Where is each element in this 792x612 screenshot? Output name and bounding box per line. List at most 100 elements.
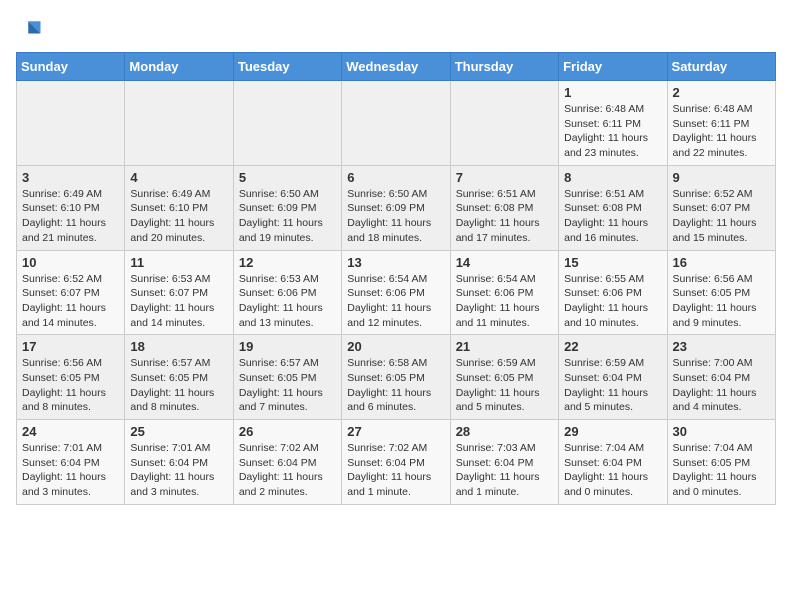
day-number: 29: [564, 424, 661, 439]
day-info: Sunrise: 6:57 AM Sunset: 6:05 PM Dayligh…: [239, 356, 336, 415]
day-info: Sunrise: 6:49 AM Sunset: 6:10 PM Dayligh…: [22, 187, 119, 246]
calendar-cell: 12 Sunrise: 6:53 AM Sunset: 6:06 PM Dayli…: [233, 250, 341, 335]
day-info: Sunrise: 7:02 AM Sunset: 6:04 PM Dayligh…: [347, 441, 444, 500]
day-number: 4: [130, 170, 227, 185]
weekday-header-sunday: Sunday: [17, 53, 125, 81]
day-info: Sunrise: 6:53 AM Sunset: 6:06 PM Dayligh…: [239, 272, 336, 331]
day-number: 16: [673, 255, 770, 270]
day-info: Sunrise: 6:52 AM Sunset: 6:07 PM Dayligh…: [22, 272, 119, 331]
day-info: Sunrise: 6:59 AM Sunset: 6:05 PM Dayligh…: [456, 356, 553, 415]
day-number: 25: [130, 424, 227, 439]
day-info: Sunrise: 6:49 AM Sunset: 6:10 PM Dayligh…: [130, 187, 227, 246]
calendar-cell: [125, 81, 233, 166]
calendar-week-0: 1 Sunrise: 6:48 AM Sunset: 6:11 PM Daylig…: [17, 81, 776, 166]
day-info: Sunrise: 6:51 AM Sunset: 6:08 PM Dayligh…: [564, 187, 661, 246]
page-header: [16, 16, 776, 44]
weekday-header-row: SundayMondayTuesdayWednesdayThursdayFrid…: [17, 53, 776, 81]
weekday-header-tuesday: Tuesday: [233, 53, 341, 81]
calendar-cell: 15 Sunrise: 6:55 AM Sunset: 6:06 PM Dayli…: [559, 250, 667, 335]
day-info: Sunrise: 7:02 AM Sunset: 6:04 PM Dayligh…: [239, 441, 336, 500]
calendar-cell: 18 Sunrise: 6:57 AM Sunset: 6:05 PM Dayli…: [125, 335, 233, 420]
day-number: 9: [673, 170, 770, 185]
day-info: Sunrise: 6:52 AM Sunset: 6:07 PM Dayligh…: [673, 187, 770, 246]
weekday-header-wednesday: Wednesday: [342, 53, 450, 81]
day-number: 8: [564, 170, 661, 185]
day-number: 23: [673, 339, 770, 354]
day-info: Sunrise: 6:58 AM Sunset: 6:05 PM Dayligh…: [347, 356, 444, 415]
calendar-cell: 16 Sunrise: 6:56 AM Sunset: 6:05 PM Dayli…: [667, 250, 775, 335]
calendar-cell: 29 Sunrise: 7:04 AM Sunset: 6:04 PM Dayli…: [559, 420, 667, 505]
calendar-cell: 17 Sunrise: 6:56 AM Sunset: 6:05 PM Dayli…: [17, 335, 125, 420]
calendar-cell: 25 Sunrise: 7:01 AM Sunset: 6:04 PM Dayli…: [125, 420, 233, 505]
calendar: SundayMondayTuesdayWednesdayThursdayFrid…: [16, 52, 776, 505]
day-number: 2: [673, 85, 770, 100]
day-number: 18: [130, 339, 227, 354]
day-number: 15: [564, 255, 661, 270]
calendar-cell: 1Sunrise: 6:48 AM Sunset: 6:11 PM Daylig…: [559, 81, 667, 166]
day-info: Sunrise: 6:50 AM Sunset: 6:09 PM Dayligh…: [347, 187, 444, 246]
day-info: Sunrise: 7:04 AM Sunset: 6:05 PM Dayligh…: [673, 441, 770, 500]
day-number: 21: [456, 339, 553, 354]
day-info: Sunrise: 7:03 AM Sunset: 6:04 PM Dayligh…: [456, 441, 553, 500]
day-number: 5: [239, 170, 336, 185]
calendar-cell: 13 Sunrise: 6:54 AM Sunset: 6:06 PM Dayli…: [342, 250, 450, 335]
day-number: 12: [239, 255, 336, 270]
calendar-cell: 19 Sunrise: 6:57 AM Sunset: 6:05 PM Dayli…: [233, 335, 341, 420]
day-info: Sunrise: 6:48 AM Sunset: 6:11 PM Dayligh…: [673, 102, 770, 161]
day-number: 27: [347, 424, 444, 439]
day-number: 20: [347, 339, 444, 354]
calendar-cell: 5 Sunrise: 6:50 AM Sunset: 6:09 PM Daylig…: [233, 165, 341, 250]
day-number: 1: [564, 85, 661, 100]
day-info: Sunrise: 6:54 AM Sunset: 6:06 PM Dayligh…: [456, 272, 553, 331]
calendar-cell: [233, 81, 341, 166]
logo-icon: [16, 16, 44, 44]
day-info: Sunrise: 6:53 AM Sunset: 6:07 PM Dayligh…: [130, 272, 227, 331]
calendar-cell: 26 Sunrise: 7:02 AM Sunset: 6:04 PM Dayli…: [233, 420, 341, 505]
calendar-cell: 14 Sunrise: 6:54 AM Sunset: 6:06 PM Dayli…: [450, 250, 558, 335]
weekday-header-friday: Friday: [559, 53, 667, 81]
day-info: Sunrise: 7:04 AM Sunset: 6:04 PM Dayligh…: [564, 441, 661, 500]
weekday-header-saturday: Saturday: [667, 53, 775, 81]
day-info: Sunrise: 6:57 AM Sunset: 6:05 PM Dayligh…: [130, 356, 227, 415]
day-info: Sunrise: 7:01 AM Sunset: 6:04 PM Dayligh…: [22, 441, 119, 500]
calendar-week-1: 3 Sunrise: 6:49 AM Sunset: 6:10 PM Daylig…: [17, 165, 776, 250]
calendar-week-4: 24 Sunrise: 7:01 AM Sunset: 6:04 PM Dayli…: [17, 420, 776, 505]
calendar-week-2: 10Sunrise: 6:52 AM Sunset: 6:07 PM Dayli…: [17, 250, 776, 335]
day-number: 6: [347, 170, 444, 185]
calendar-cell: [17, 81, 125, 166]
calendar-cell: 30Sunrise: 7:04 AM Sunset: 6:05 PM Dayli…: [667, 420, 775, 505]
calendar-cell: 22 Sunrise: 6:59 AM Sunset: 6:04 PM Dayli…: [559, 335, 667, 420]
logo: [16, 16, 48, 44]
calendar-cell: 11 Sunrise: 6:53 AM Sunset: 6:07 PM Dayli…: [125, 250, 233, 335]
day-number: 22: [564, 339, 661, 354]
calendar-cell: 3 Sunrise: 6:49 AM Sunset: 6:10 PM Daylig…: [17, 165, 125, 250]
calendar-week-3: 17 Sunrise: 6:56 AM Sunset: 6:05 PM Dayli…: [17, 335, 776, 420]
day-number: 3: [22, 170, 119, 185]
calendar-cell: 21 Sunrise: 6:59 AM Sunset: 6:05 PM Dayli…: [450, 335, 558, 420]
day-info: Sunrise: 6:59 AM Sunset: 6:04 PM Dayligh…: [564, 356, 661, 415]
day-number: 24: [22, 424, 119, 439]
calendar-cell: 9 Sunrise: 6:52 AM Sunset: 6:07 PM Daylig…: [667, 165, 775, 250]
day-number: 26: [239, 424, 336, 439]
day-info: Sunrise: 7:01 AM Sunset: 6:04 PM Dayligh…: [130, 441, 227, 500]
day-info: Sunrise: 6:55 AM Sunset: 6:06 PM Dayligh…: [564, 272, 661, 331]
day-number: 11: [130, 255, 227, 270]
calendar-cell: [450, 81, 558, 166]
day-info: Sunrise: 6:54 AM Sunset: 6:06 PM Dayligh…: [347, 272, 444, 331]
day-info: Sunrise: 6:56 AM Sunset: 6:05 PM Dayligh…: [673, 272, 770, 331]
day-number: 17: [22, 339, 119, 354]
calendar-cell: 10Sunrise: 6:52 AM Sunset: 6:07 PM Dayli…: [17, 250, 125, 335]
calendar-cell: 23 Sunrise: 7:00 AM Sunset: 6:04 PM Dayli…: [667, 335, 775, 420]
calendar-cell: 2 Sunrise: 6:48 AM Sunset: 6:11 PM Daylig…: [667, 81, 775, 166]
calendar-cell: 20 Sunrise: 6:58 AM Sunset: 6:05 PM Dayli…: [342, 335, 450, 420]
day-number: 7: [456, 170, 553, 185]
day-number: 13: [347, 255, 444, 270]
day-info: Sunrise: 6:50 AM Sunset: 6:09 PM Dayligh…: [239, 187, 336, 246]
calendar-cell: 6 Sunrise: 6:50 AM Sunset: 6:09 PM Daylig…: [342, 165, 450, 250]
day-info: Sunrise: 6:56 AM Sunset: 6:05 PM Dayligh…: [22, 356, 119, 415]
calendar-cell: 27 Sunrise: 7:02 AM Sunset: 6:04 PM Dayli…: [342, 420, 450, 505]
day-number: 28: [456, 424, 553, 439]
day-info: Sunrise: 7:00 AM Sunset: 6:04 PM Dayligh…: [673, 356, 770, 415]
day-number: 19: [239, 339, 336, 354]
day-number: 14: [456, 255, 553, 270]
